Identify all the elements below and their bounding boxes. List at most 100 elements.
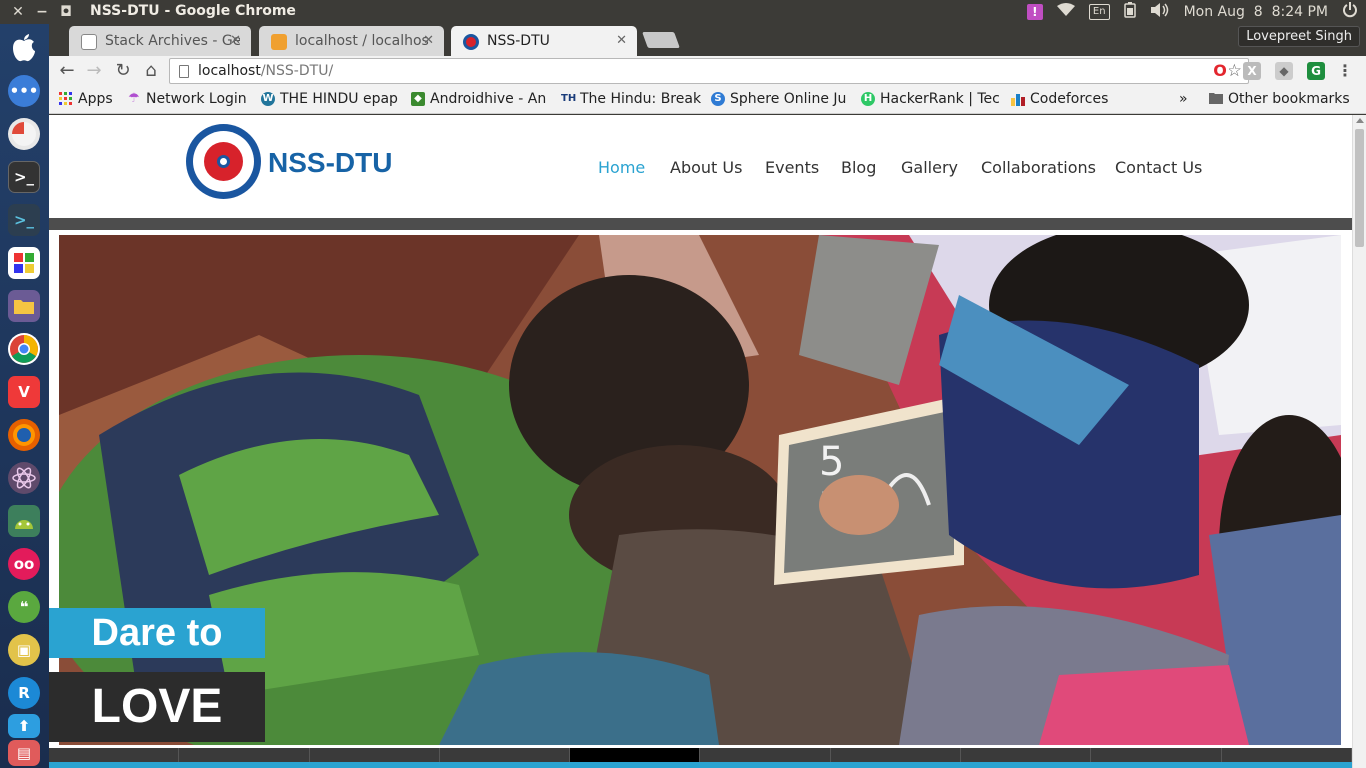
system-tray: ! En Mon Aug 8 8:24 PM — [1026, 0, 1366, 24]
power-settings-icon[interactable] — [1342, 2, 1358, 22]
nav-events[interactable]: Events — [765, 158, 819, 177]
folder-icon — [1209, 92, 1223, 106]
os-top-bar: ✕ − ◘ NSS-DTU - Google Chrome ! En Mon A… — [0, 0, 1366, 24]
nav-gallery[interactable]: Gallery — [901, 158, 958, 177]
slider-indicator-strip — [49, 748, 1352, 762]
home-button[interactable]: ⌂ — [140, 60, 162, 82]
tab-strip: Stack Archives - Gee ✕ localhost / local… — [49, 24, 1366, 56]
forward-button[interactable]: → — [83, 60, 105, 82]
nav-collaborations[interactable]: Collaborations — [981, 158, 1096, 177]
g-extension-icon[interactable]: G — [1307, 62, 1325, 80]
app-grid-icon[interactable] — [8, 247, 40, 279]
slider-dot[interactable] — [1091, 748, 1222, 762]
wordpress-icon: W — [261, 92, 275, 106]
bookmark-star-icon[interactable]: ☆ — [1227, 61, 1242, 81]
vivaldi-icon[interactable]: V — [8, 376, 40, 408]
android-studio-icon[interactable] — [8, 505, 40, 537]
chrome-icon[interactable] — [8, 333, 40, 365]
the-hindu-icon: TH — [561, 93, 577, 104]
new-tab-button[interactable] — [642, 32, 680, 48]
bookmark-hackerrank[interactable]: H HackerRank | Tec — [861, 91, 999, 107]
page-info-icon[interactable] — [179, 65, 189, 78]
nav-about-us[interactable]: About Us — [670, 158, 742, 177]
nav-contact-us[interactable]: Contact Us — [1115, 158, 1202, 177]
minimize-window-icon[interactable]: − — [30, 3, 54, 21]
slider-dot[interactable] — [831, 748, 962, 762]
store-icon[interactable]: ⬆ — [8, 714, 40, 738]
volume-icon[interactable] — [1150, 3, 1170, 21]
slider-dot[interactable] — [700, 748, 831, 762]
maximize-window-icon[interactable]: ◘ — [54, 3, 78, 21]
x-extension-icon[interactable]: X — [1243, 62, 1261, 80]
bookmark-network-login[interactable]: ☂ Network Login — [127, 91, 255, 107]
close-tab-icon[interactable]: ✕ — [616, 33, 627, 48]
url-host: localhost — [198, 63, 261, 79]
archive-icon[interactable]: ▤ — [8, 740, 40, 766]
cloud-extension-icon[interactable]: ◆ — [1275, 62, 1293, 80]
files-icon[interactable] — [8, 290, 40, 322]
tab-stack-archives[interactable]: Stack Archives - Gee ✕ — [69, 26, 251, 56]
slider-dot[interactable] — [440, 748, 571, 762]
slider-dot[interactable] — [49, 748, 180, 762]
nav-home[interactable]: Home — [598, 158, 645, 177]
bookmark-label: The Hindu: Break — [580, 91, 701, 107]
tab-label: NSS-DTU — [487, 33, 550, 49]
bookmark-codeforces[interactable]: Codeforces — [1011, 91, 1121, 107]
reload-button[interactable]: ↻ — [112, 60, 134, 82]
umbrella-icon: ☂ — [128, 91, 140, 106]
tab-nss-dtu[interactable]: NSS-DTU ✕ — [451, 26, 637, 56]
site-brand[interactable]: NSS-DTU — [268, 147, 392, 179]
atom-icon[interactable] — [8, 462, 40, 494]
slider-dot[interactable] — [1222, 748, 1352, 762]
apple-logo-icon[interactable] — [8, 32, 40, 64]
disk-usage-icon[interactable] — [8, 118, 40, 150]
hero-slide-image: 5 5. — [59, 235, 1341, 745]
bookmark-label: Other bookmarks — [1228, 91, 1350, 107]
image-viewer-icon[interactable]: ▣ — [8, 634, 40, 666]
bookmark-label: Network Login — [146, 91, 247, 107]
nss-logo-icon[interactable] — [186, 124, 261, 199]
nav-blog[interactable]: Blog — [841, 158, 876, 177]
scroll-up-icon[interactable] — [1356, 118, 1364, 123]
scrollbar-thumb[interactable] — [1355, 129, 1364, 247]
firefox-icon[interactable] — [8, 419, 40, 451]
other-bookmarks-folder[interactable]: Other bookmarks — [1209, 91, 1359, 107]
flickr-icon[interactable]: oo — [8, 548, 40, 580]
back-button[interactable]: ← — [56, 60, 78, 82]
bookmark-the-hindu-breaking[interactable]: TH The Hindu: Break — [561, 91, 701, 107]
wifi-icon[interactable] — [1056, 3, 1075, 21]
keyboard-layout-indicator[interactable]: En — [1088, 4, 1110, 20]
chrome-menu-icon[interactable]: ⋮ — [1336, 62, 1354, 80]
battery-icon[interactable] — [1123, 2, 1136, 22]
close-tab-icon[interactable]: ✕ — [423, 33, 434, 48]
bookmark-androidhive[interactable]: ◆ Androidhive - An — [411, 91, 551, 107]
page-scrollbar[interactable] — [1352, 115, 1366, 768]
bookmark-label: HackerRank | Tec — [880, 91, 999, 107]
terminal-icon[interactable]: >_ — [8, 161, 40, 193]
profile-button[interactable]: Lovepreet Singh — [1238, 26, 1360, 47]
svg-text:5: 5 — [819, 439, 844, 485]
close-tab-icon[interactable]: ✕ — [230, 33, 241, 48]
bookmark-sphere-online-judge[interactable]: S Sphere Online Ju — [711, 91, 851, 107]
refresh-app-icon[interactable]: R — [8, 677, 40, 709]
tab-phpmyadmin[interactable]: localhost / localhos ✕ — [259, 26, 444, 56]
phpmyadmin-favicon-icon — [271, 34, 287, 50]
close-window-icon[interactable]: ✕ — [6, 3, 30, 21]
window-title: NSS-DTU - Google Chrome — [90, 3, 296, 19]
slider-dot[interactable] — [961, 748, 1092, 762]
slider-dot-active[interactable] — [570, 748, 701, 762]
bookmarks-overflow-button[interactable]: » — [1179, 91, 1195, 107]
tab-label: localhost / localhos — [295, 33, 429, 49]
slider-dot[interactable] — [310, 748, 440, 762]
slider-dot[interactable] — [179, 748, 310, 762]
clock[interactable]: Mon Aug 8 8:24 PM — [1184, 4, 1328, 20]
terminal-alt-icon[interactable]: >_ — [8, 204, 40, 236]
web-page: NSS-DTU Home About Us Events Blog Galler… — [49, 115, 1352, 768]
dash-icon[interactable]: ••• — [8, 75, 40, 107]
opera-extension-icon[interactable]: O — [1211, 62, 1229, 80]
hangouts-icon[interactable]: ❝ — [8, 591, 40, 623]
update-alert-icon[interactable]: ! — [1026, 4, 1043, 20]
bookmark-apps[interactable]: Apps — [59, 91, 119, 107]
address-bar[interactable]: localhost/NSS-DTU/ ☆ — [169, 58, 1249, 84]
bookmark-the-hindu-epaper[interactable]: W THE HINDU epap — [261, 91, 403, 107]
